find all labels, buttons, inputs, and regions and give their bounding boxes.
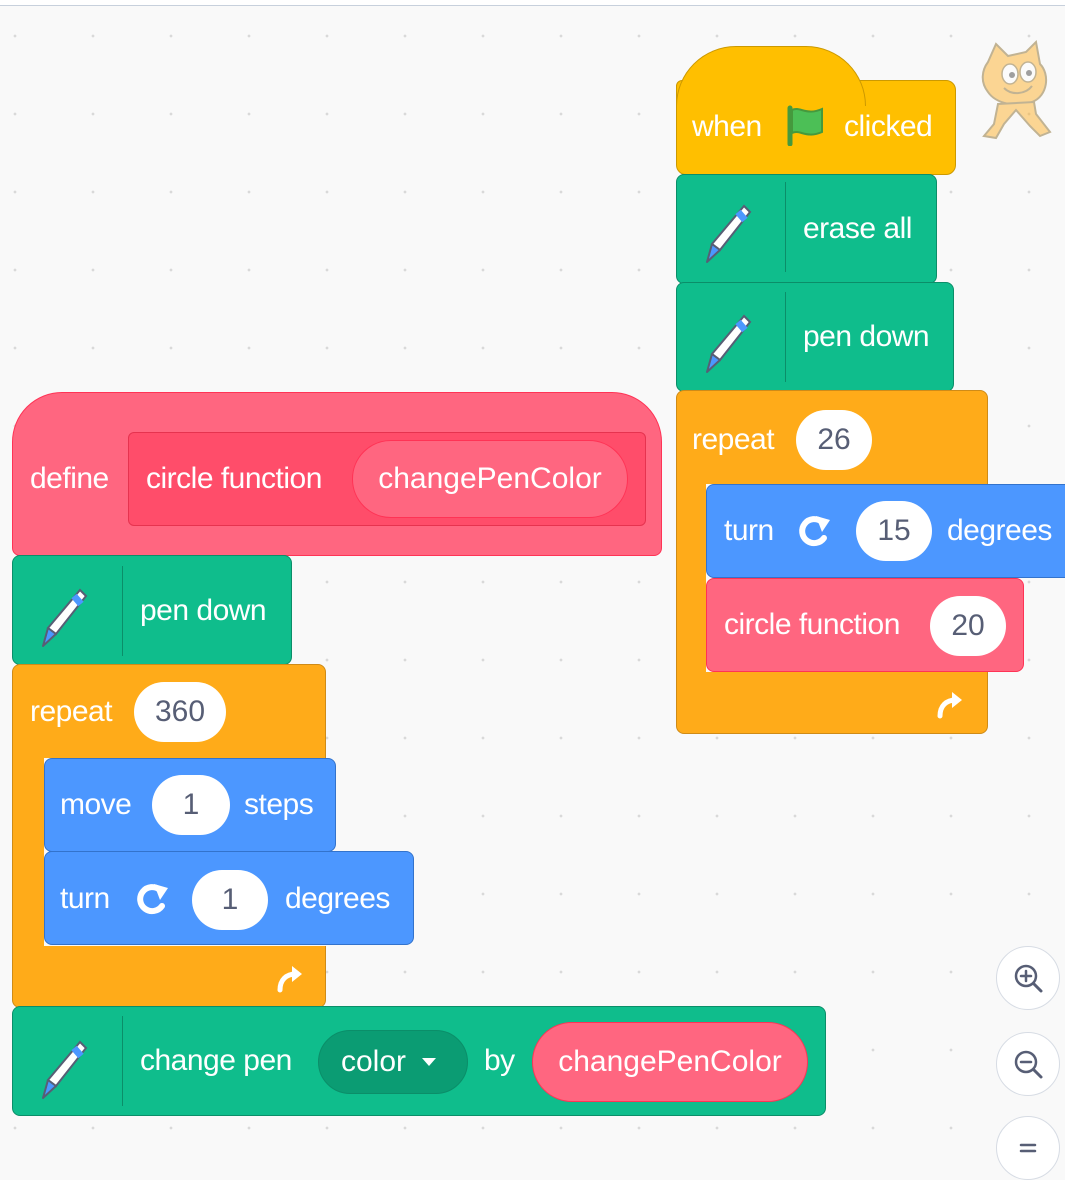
turn-degrees-input[interactable]: 1	[192, 870, 268, 930]
loop-arrow-icon	[277, 966, 302, 993]
zoom-out-button[interactable]	[996, 1032, 1060, 1096]
procedure-name-label: circle function	[146, 462, 322, 495]
turn-label: turn	[724, 514, 774, 547]
change-pen-label: change pen	[140, 1044, 292, 1077]
circle-function-label: circle function	[724, 608, 900, 641]
chevron-down-icon	[422, 1058, 437, 1066]
when-label: when	[692, 110, 762, 143]
workspace-top-border	[0, 0, 1065, 6]
move-steps-input[interactable]: 1	[152, 775, 230, 835]
pen-down-label: pen down	[140, 594, 267, 627]
param-reporter[interactable]: changePenColor	[352, 440, 628, 518]
pen-down-label: pen down	[803, 320, 930, 353]
block-divider	[785, 292, 786, 382]
block-divider	[122, 566, 123, 656]
steps-label: steps	[244, 788, 314, 821]
circle-function-arg-input[interactable]: 20	[930, 596, 1006, 656]
zoom-out-icon	[1014, 1050, 1043, 1079]
pen-icon	[36, 584, 90, 654]
move-label: move	[60, 788, 132, 821]
hat-cap	[676, 46, 866, 106]
zoom-reset-button[interactable]	[996, 1116, 1060, 1180]
repeat-count-input[interactable]: 26	[796, 410, 872, 470]
erase-all-label: erase all	[803, 212, 912, 245]
repeat-label: repeat	[692, 423, 775, 456]
block-divider	[122, 1016, 123, 1106]
sprite-cat-icon	[981, 40, 1052, 140]
turn-degrees-input[interactable]: 15	[856, 501, 932, 561]
pen-param-dropdown[interactable]: color	[318, 1030, 468, 1094]
green-flag-icon	[787, 105, 823, 146]
pen-icon	[36, 1036, 90, 1106]
pen-icon	[700, 310, 754, 380]
clicked-label: clicked	[844, 110, 933, 143]
repeat-count-input[interactable]: 360	[134, 682, 226, 742]
turn-label: turn	[60, 882, 110, 915]
loop-arrow-icon	[937, 692, 962, 719]
degrees-label: degrees	[285, 882, 390, 915]
zoom-in-icon	[1014, 964, 1043, 993]
define-label: define	[30, 462, 109, 495]
degrees-label: degrees	[947, 514, 1052, 547]
change-pen-reporter[interactable]: changePenColor	[532, 1022, 808, 1102]
zoom-in-button[interactable]	[996, 946, 1060, 1010]
block-divider	[785, 182, 786, 272]
rotate-right-icon	[799, 516, 830, 547]
dropdown-value: color	[341, 1045, 407, 1078]
pen-icon	[700, 200, 754, 270]
by-label: by	[484, 1044, 515, 1077]
rotate-right-icon	[137, 884, 168, 915]
repeat-label: repeat	[30, 695, 113, 728]
